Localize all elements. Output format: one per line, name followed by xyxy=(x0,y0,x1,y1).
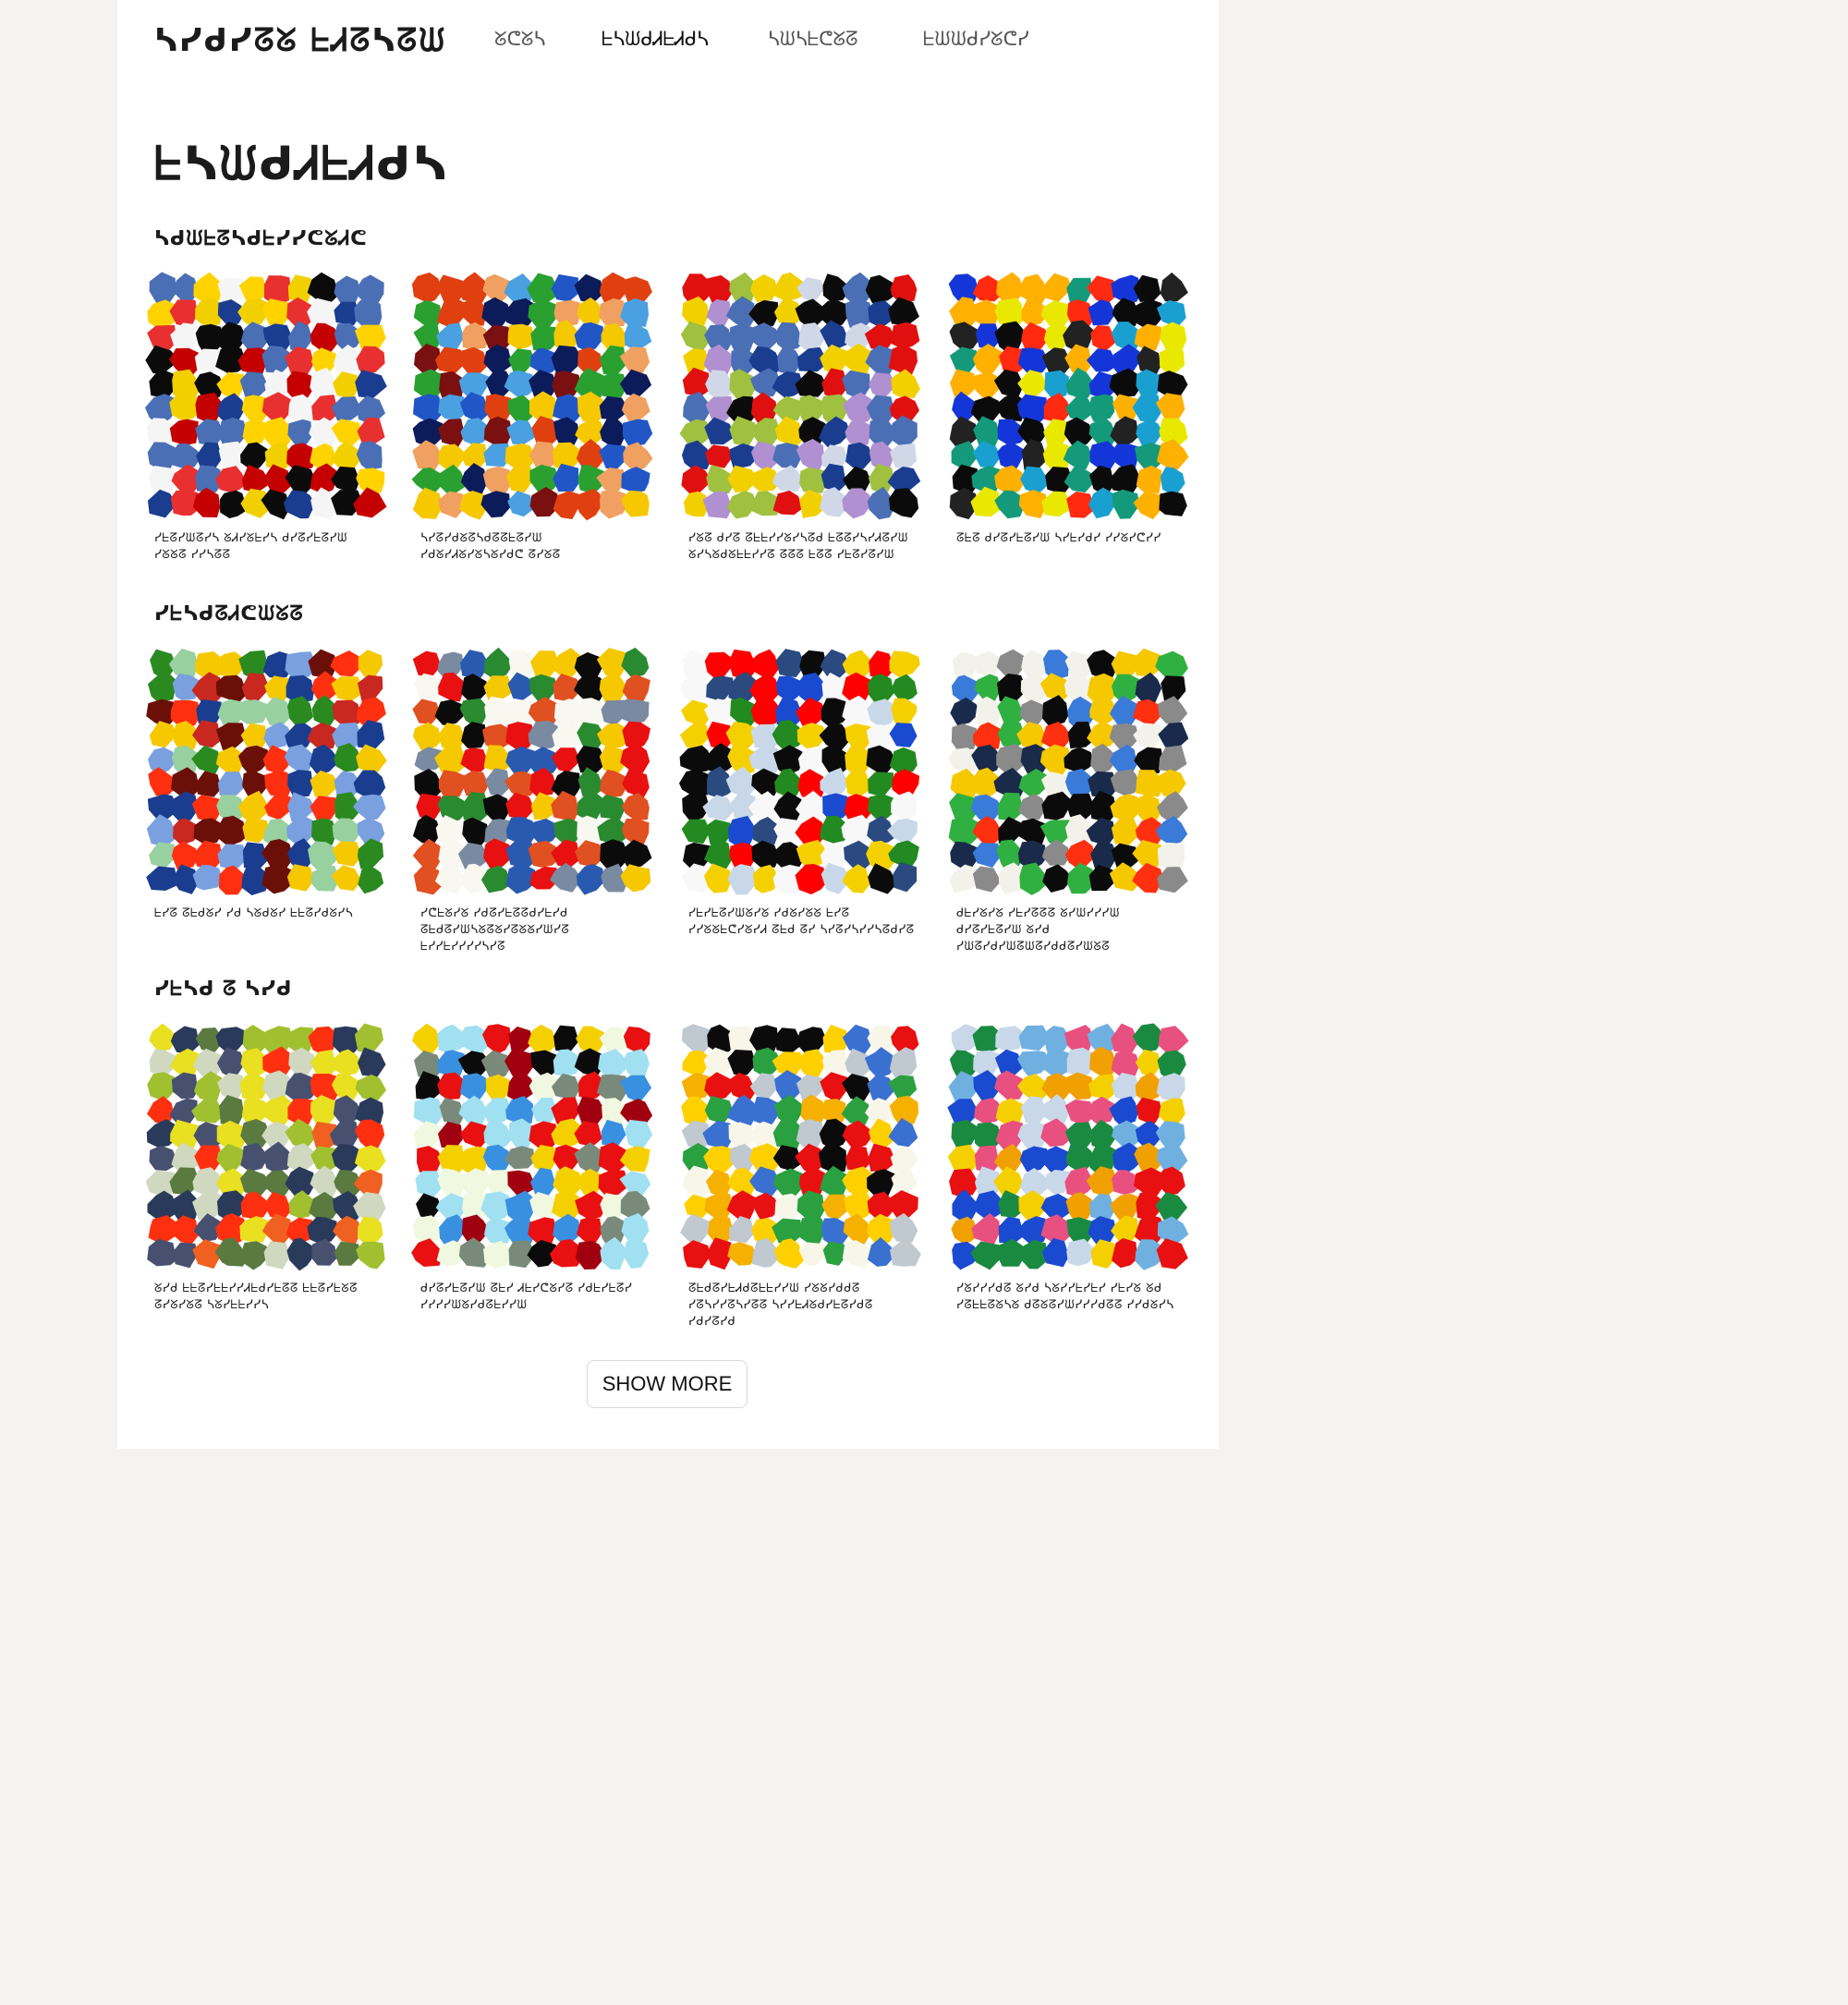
site-logo[interactable]: ᓴᓯᑯᓯᘔᘜ ᖶᏗᘔᓴᘔᙎ xyxy=(154,22,446,59)
nav-link-3[interactable]: ᓴᙎᓴᖶᕦᘜᘔ xyxy=(768,28,858,51)
artwork-image xyxy=(948,648,1189,895)
artwork-card[interactable]: ᘔᖶᑯᘔᓯᖶᏗᑯᘔᖶᖶᓯᓯᙎ ᓯᘜᘜᓯᑯᑯᘔ ᓯᘔᓴᓯᓯᘔᓴᓯᘔᘔ ᓴᓯᓯᖶᏗᘜ… xyxy=(679,1022,921,1331)
artwork-caption: ᘔᖶᑯᘔᓯᖶᏗᑯᘔᖶᖶᓯᓯᙎ ᓯᘜᘜᓯᑯᑯᘔ ᓯᘔᓴᓯᓯᘔᓴᓯᘔᘔ ᓴᓯᓯᖶᏗᘜ… xyxy=(688,1282,873,1329)
nav-link-2[interactable]: ᖶᓴᙎᑯᏗᖶᏗᑯᓴ xyxy=(602,28,709,51)
artwork-caption: ᓴᓯᘔᓯᑯᘜᘔᓴᑯᘔᘔᖶᘔᓯᙎ ᓯᑯᘜᓯᏗᘜᓯᘜᓴᘜᓯᑯᕦ ᘔᓯᘜᘔ xyxy=(420,531,561,562)
artwork-caption: ᑯᓯᘔᓯᖶᘔᓯᙎ ᘔᖶᓯ Ꮧᖶᓯᕦᘜᓯᘔ ᓯᑯᖶᓯᖶᘔᓯ ᓯᓯᓯᓯᙎᘜᓯᑯᘔᖶᓯ… xyxy=(420,1282,633,1312)
artwork-caption: ᖶᓯᘔ ᘔᖶᑯᘜᓯ ᓯᑯ ᓴᘜᑯᘜᓯ ᖶᖶᘔᓯᑯᘜᓯᓴ xyxy=(154,906,354,920)
artwork-image xyxy=(145,272,387,520)
artwork-image xyxy=(146,648,387,895)
nav-link-1[interactable]: ᘜᕦᘜᓴ xyxy=(494,28,545,51)
artwork-image xyxy=(412,647,652,895)
section-title-3: ᓯᖶᓴᑯ ᘔ ᓴᓯᑯ xyxy=(154,978,293,1001)
artwork-caption: ᘜᓯᑯ ᖶᖶᘔᓯᖶᖶᓯᓯᏗᖶᑯᓯᖶᘔᘔ ᖶᖶᘔᓯᖶᘜᘔ ᘔᓯᘜᓯᘜᘔ ᓴᘜᓯᖶᖶ… xyxy=(154,1282,359,1312)
artwork-image xyxy=(411,272,653,521)
artwork-caption: ᑯᖶᓯᘜᓯᘜ ᓯᖶᓯᘔᘔᘔ ᘜᓯᙎᓯᓯᓯᙎ ᑯᓯᘔᓯᖶᘔᓯᙎ ᘜᓯᑯ ᓯᙎᘔᓯᑯ… xyxy=(956,906,1121,954)
artwork-image xyxy=(947,1023,1189,1270)
page-title: ᖶᓴᙎᑯᏗᖶᏗᑯᓴ xyxy=(154,137,448,190)
artwork-caption: ᘔᖶᘔ ᑯᓯᘔᓯᖶᘔᓯᙎ ᓴᓯᖶᓯᑯᓯ ᓯᓯᘜᓯᕦᓯᓯ xyxy=(956,531,1161,545)
nav-link-4[interactable]: ᖶᙎᙎᑯᓯᘜᕦᓯ xyxy=(923,28,1029,51)
artwork-image xyxy=(411,1023,653,1270)
artwork-image xyxy=(679,272,921,520)
artwork-caption: ᓯᘜᘔ ᑯᓯᘔ ᘔᖶᖶᓯᓯᘜᓯᓴᘔᑯ ᖶᘔᘔᓯᓴᓯᏗᘔᓯᙎ ᘜᓯᓴᘜᑯᘜᖶᖶᓯᓯ… xyxy=(688,531,908,562)
artwork-card[interactable]: ᘔᖶᘔ ᑯᓯᘔᓯᖶᘔᓯᙎ ᓴᓯᖶᓯᑯᓯ ᓯᓯᘜᓯᕦᓯᓯ xyxy=(947,272,1189,547)
artwork-caption: ᓯᖶᓯᖶᘔᓯᙎᘜᓯᘜ ᓯᑯᘜᓯᘜᘜ ᖶᓯᘔ ᓯᓯᘜᘜᖶᕦᓯᘜᓯᏗ ᘔᖶᑯ ᘔᓯ … xyxy=(688,906,915,937)
section-title-2: ᓯᖶᓴᑯᘔᏗᕦᙎᘜᘔ xyxy=(154,602,304,626)
artwork-caption: ᓯᘜᓯᓯᓯᑯᘔ ᘜᓯᑯ ᓴᘜᓯᓯᖶᓯᖶᓯ ᓯᖶᓯᘜ ᘜᑯ ᓯᘔᖶᖶᘔᘜᓴᘜ ᑯᘔ… xyxy=(956,1282,1174,1312)
site-header: ᓴᓯᑯᓯᘔᘜ ᖶᏗᘔᓴᘔᙎ ᘜᕦᘜᓴ ᖶᓴᙎᑯᏗᖶᏗᑯᓴ ᓴᙎᓴᖶᕦᘜᘔ ᖶᙎᙎ… xyxy=(117,0,1219,83)
artwork-card[interactable]: ᑯᖶᓯᘜᓯᘜ ᓯᖶᓯᘔᘔᘔ ᘜᓯᙎᓯᓯᓯᙎ ᑯᓯᘔᓯᖶᘔᓯᙎ ᘜᓯᑯ ᓯᙎᘔᓯᑯ… xyxy=(947,647,1189,955)
artwork-card[interactable]: ᖶᓯᘔ ᘔᖶᑯᘜᓯ ᓯᑯ ᓴᘜᑯᘜᓯ ᖶᖶᘔᓯᑯᘜᓯᓴ xyxy=(145,647,387,922)
artwork-image xyxy=(680,1024,921,1270)
artwork-card[interactable]: ᓯᘜᓯᓯᓯᑯᘔ ᘜᓯᑯ ᓴᘜᓯᓯᖶᓯᖶᓯ ᓯᖶᓯᘜ ᘜᑯ ᓯᘔᖶᖶᘔᘜᓴᘜ ᑯᘔ… xyxy=(947,1022,1189,1314)
artwork-card[interactable]: ᘜᓯᑯ ᖶᖶᘔᓯᖶᖶᓯᓯᏗᖶᑯᓯᖶᘔᘔ ᖶᖶᘔᓯᖶᘜᘔ ᘔᓯᘜᓯᘜᘔ ᓴᘜᓯᖶᖶ… xyxy=(145,1022,387,1314)
artwork-caption: ᓯᖶᘔᓯᙎᘔᓯᓴ ᘜᏗᓯᘜᖶᓯᓴ ᑯᓯᘔᓯᖶᘔᓯᙎ ᓯᘜᘜᘔ ᓯᓯᓴᘔᘔ xyxy=(154,531,348,562)
artwork-caption: ᓯᕦᖶᘜᓯᘜ ᓯᑯᘔᓯᖶᘔᘔᑯᓯᖶᓯᑯ ᘔᖶᑯᘔᓯᙎᓴᘜᘔᘜᓯᘔᘜᘜᓯᙎᓯᘔ ᖶ… xyxy=(420,906,570,954)
page-container: ᓴᓯᑯᓯᘔᘜ ᖶᏗᘔᓴᘔᙎ ᘜᕦᘜᓴ ᖶᓴᙎᑯᏗᖶᏗᑯᓴ ᓴᙎᓴᖶᕦᘜᘔ ᖶᙎᙎ… xyxy=(117,0,1219,1449)
artwork-card[interactable]: ᑯᓯᘔᓯᖶᘔᓯᙎ ᘔᖶᓯ Ꮧᖶᓯᕦᘜᓯᘔ ᓯᑯᖶᓯᖶᘔᓯ ᓯᓯᓯᓯᙎᘜᓯᑯᘔᖶᓯ… xyxy=(411,1022,653,1314)
artwork-image xyxy=(145,1023,387,1271)
artwork-card[interactable]: ᓴᓯᘔᓯᑯᘜᘔᓴᑯᘔᘔᖶᘔᓯᙎ ᓯᑯᘜᓯᏗᘜᓯᘜᓴᘜᓯᑯᕦ ᘔᓯᘜᘔ xyxy=(411,272,653,564)
artwork-image xyxy=(679,649,920,895)
artwork-image xyxy=(948,272,1189,520)
artwork-card[interactable]: ᓯᕦᖶᘜᓯᘜ ᓯᑯᘔᓯᖶᘔᘔᑯᓯᖶᓯᑯ ᘔᖶᑯᘔᓯᙎᓴᘜᘔᘜᓯᘔᘜᘜᓯᙎᓯᘔ ᖶ… xyxy=(411,647,653,955)
show-more-button[interactable]: SHOW MORE xyxy=(587,1360,748,1408)
section-title-1: ᓴᑯᙎᖶᘔᓴᑯᖶᓯᓯᕦᘜᏗᕦ xyxy=(154,227,368,250)
artwork-card[interactable]: ᓯᖶᓯᖶᘔᓯᙎᘜᓯᘜ ᓯᑯᘜᓯᘜᘜ ᖶᓯᘔ ᓯᓯᘜᘜᖶᕦᓯᘜᓯᏗ ᘔᖶᑯ ᘔᓯ … xyxy=(679,647,921,939)
artwork-card[interactable]: ᓯᖶᘔᓯᙎᘔᓯᓴ ᘜᏗᓯᘜᖶᓯᓴ ᑯᓯᘔᓯᖶᘔᓯᙎ ᓯᘜᘜᘔ ᓯᓯᓴᘔᘔ xyxy=(145,272,387,564)
artwork-card[interactable]: ᓯᘜᘔ ᑯᓯᘔ ᘔᖶᖶᓯᓯᘜᓯᓴᘔᑯ ᖶᘔᘔᓯᓴᓯᏗᘔᓯᙎ ᘜᓯᓴᘜᑯᘜᖶᖶᓯᓯ… xyxy=(679,272,921,564)
